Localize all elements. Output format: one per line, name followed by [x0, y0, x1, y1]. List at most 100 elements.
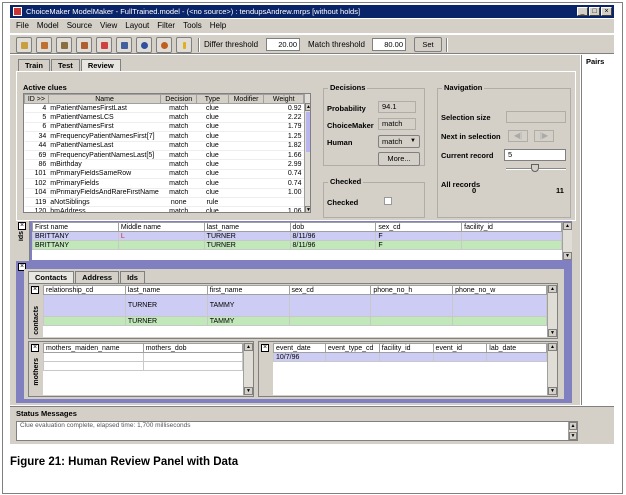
table-row[interactable]: 119 aNotSiblings none rule	[24, 197, 304, 208]
col-header-name[interactable]: Name	[47, 94, 162, 104]
table-cell: 10/7/96	[273, 352, 326, 362]
warning-button[interactable]	[176, 37, 192, 53]
tab-ids[interactable]: Ids	[120, 271, 145, 283]
scroll-down-icon[interactable]: ▼	[548, 329, 557, 337]
decisions-group: Decisions Probability 94.1 ChoiceMaker m…	[323, 83, 425, 166]
scroll-up-icon[interactable]: ▲	[305, 103, 310, 111]
table-row[interactable]: BRITTANY TURNER 8/11/96 F	[32, 240, 562, 250]
table-row[interactable]: 6 mPatientNamesFirst match clue 1.79	[24, 122, 304, 133]
scroll-down-icon[interactable]: ▼	[563, 252, 572, 260]
table-cell: clue	[196, 141, 229, 151]
human-decision-select[interactable]: match ▼	[378, 135, 420, 148]
checked-checkbox[interactable]	[384, 197, 392, 205]
scroll-down-icon[interactable]: ▼	[305, 206, 310, 212]
table-row[interactable]: 86 mBirthday match clue 2.99	[24, 159, 304, 170]
contacts-scrollbar[interactable]: ▲ ▼	[547, 285, 557, 337]
differ-threshold-input[interactable]: 20.00	[266, 38, 300, 51]
mothers-scrollbar[interactable]: ▲ ▼	[243, 343, 253, 395]
table-cell: match	[160, 206, 197, 212]
col-header-modifier[interactable]: Modifier	[227, 94, 265, 104]
record-slider-thumb[interactable]	[531, 164, 540, 172]
menu-model[interactable]: Model	[37, 19, 59, 33]
menu-file[interactable]: File	[16, 19, 29, 33]
tab-test[interactable]: Test	[50, 59, 80, 71]
load-pairs-button[interactable]	[76, 37, 92, 53]
tab-contacts[interactable]: Contacts	[28, 271, 75, 283]
table-row[interactable]: 102 mPrimaryFields match clue 0.74	[24, 178, 304, 189]
menu-filter[interactable]: Filter	[157, 19, 175, 33]
table-row[interactable]: BRITTANY L TURNER 8/11/96 F	[32, 231, 562, 241]
events-collapse-checkbox[interactable]: ×	[261, 344, 269, 352]
col-header-type[interactable]: Type	[196, 94, 229, 104]
table-cell: 4	[24, 103, 49, 114]
table-row[interactable]: TURNER TAMMY	[43, 294, 547, 317]
test-icon	[161, 42, 168, 49]
table-cell	[228, 169, 264, 180]
save-button[interactable]	[116, 37, 132, 53]
menu-layout[interactable]: Layout	[125, 19, 149, 33]
minimize-button[interactable]: _	[577, 7, 588, 16]
record-panel: × ids First name Middle name last_name dob s…	[16, 221, 572, 261]
scroll-down-icon[interactable]: ▼	[244, 387, 253, 395]
menu-tools[interactable]: Tools	[183, 19, 202, 33]
events-scrollbar[interactable]: ▲ ▼	[547, 343, 557, 395]
tab-review[interactable]: Review	[80, 59, 121, 71]
edit-model-button[interactable]	[36, 37, 52, 53]
table-cell: match	[160, 103, 197, 114]
clues-scrollbar[interactable]: ▲ ▼	[304, 94, 310, 212]
col-header-decision[interactable]: Decision	[160, 94, 198, 104]
table-row[interactable]: 101 mPrimaryFieldsSameRow match clue 0.74	[24, 169, 304, 180]
table-row[interactable]: 5 mPatientNamesLCS match clue 2.22	[24, 112, 304, 123]
table-row[interactable]: TURNER TAMMY	[43, 316, 547, 326]
new-model-button[interactable]	[16, 37, 32, 53]
table-cell: aNotSiblings	[48, 197, 161, 208]
clear-button[interactable]	[96, 37, 112, 53]
open-source-button[interactable]	[56, 37, 72, 53]
record-label: ids	[18, 231, 25, 242]
menu-source[interactable]: Source	[67, 19, 92, 33]
more-button[interactable]: More...	[378, 152, 420, 166]
table-row[interactable]: 4 mPatientNamesFirstLast match clue 0.92	[24, 103, 304, 114]
table-cell: hmAddress	[48, 206, 161, 212]
table-cell: 8/11/96	[289, 240, 377, 250]
table-row[interactable]: 120 hmAddress match clue 1.06	[24, 206, 304, 212]
match-threshold-input[interactable]: 80.00	[372, 38, 406, 51]
table-row[interactable]: 69 mFrequencyPatientNamesLast[5] match clue…	[24, 150, 304, 161]
record-scrollbar[interactable]: ▲ ▼	[562, 222, 572, 260]
scroll-up-icon[interactable]: ▲	[563, 222, 572, 230]
table-row[interactable]: 10/7/96	[273, 352, 547, 362]
train-button[interactable]	[136, 37, 152, 53]
set-button[interactable]: Set	[414, 37, 442, 52]
previous-selection-button[interactable]: ◀|	[508, 130, 528, 142]
mothers-collapse-checkbox[interactable]: ×	[31, 344, 39, 352]
tab-address[interactable]: Address	[75, 271, 120, 283]
table-row[interactable]: 44 mPatientNamesLast match clue 1.82	[24, 141, 304, 151]
next-selection-button[interactable]: |▶	[534, 130, 554, 142]
table-cell: TURNER	[203, 231, 291, 241]
test-button[interactable]	[156, 37, 172, 53]
menu-view[interactable]: View	[100, 19, 117, 33]
scroll-up-icon[interactable]: ▲	[548, 343, 557, 351]
close-button[interactable]: ×	[601, 7, 612, 16]
scroll-down-icon[interactable]: ▼	[569, 432, 577, 440]
contacts-collapse-checkbox[interactable]: ×	[31, 286, 39, 294]
scroll-up-icon[interactable]: ▲	[548, 285, 557, 293]
tab-train[interactable]: Train	[18, 59, 50, 71]
table-cell	[370, 294, 454, 317]
table-row[interactable]: 104 mPrimaryFieldsAndRareFirstName match cl…	[24, 188, 304, 198]
record-collapse-checkbox[interactable]: ×	[18, 222, 26, 230]
scroll-thumb[interactable]	[306, 112, 310, 152]
column-header: event_id	[432, 343, 488, 353]
col-header-id[interactable]: ID >>	[24, 94, 49, 104]
column-header: Middle name	[117, 222, 205, 232]
maximize-button[interactable]: □	[589, 7, 600, 16]
current-record-input[interactable]: 5	[504, 149, 566, 161]
table-row[interactable]: 34 mFrequencyPatientNamesFirst[7] match clu…	[24, 131, 304, 142]
status-scrollbar[interactable]: ▲ ▼	[568, 422, 577, 440]
menu-help[interactable]: Help	[210, 19, 226, 33]
scroll-up-icon[interactable]: ▲	[244, 343, 253, 351]
col-header-weight[interactable]: Weight	[263, 94, 304, 104]
scroll-down-icon[interactable]: ▼	[548, 387, 557, 395]
current-record-label: Current record	[441, 151, 494, 160]
scroll-up-icon[interactable]: ▲	[569, 422, 577, 430]
